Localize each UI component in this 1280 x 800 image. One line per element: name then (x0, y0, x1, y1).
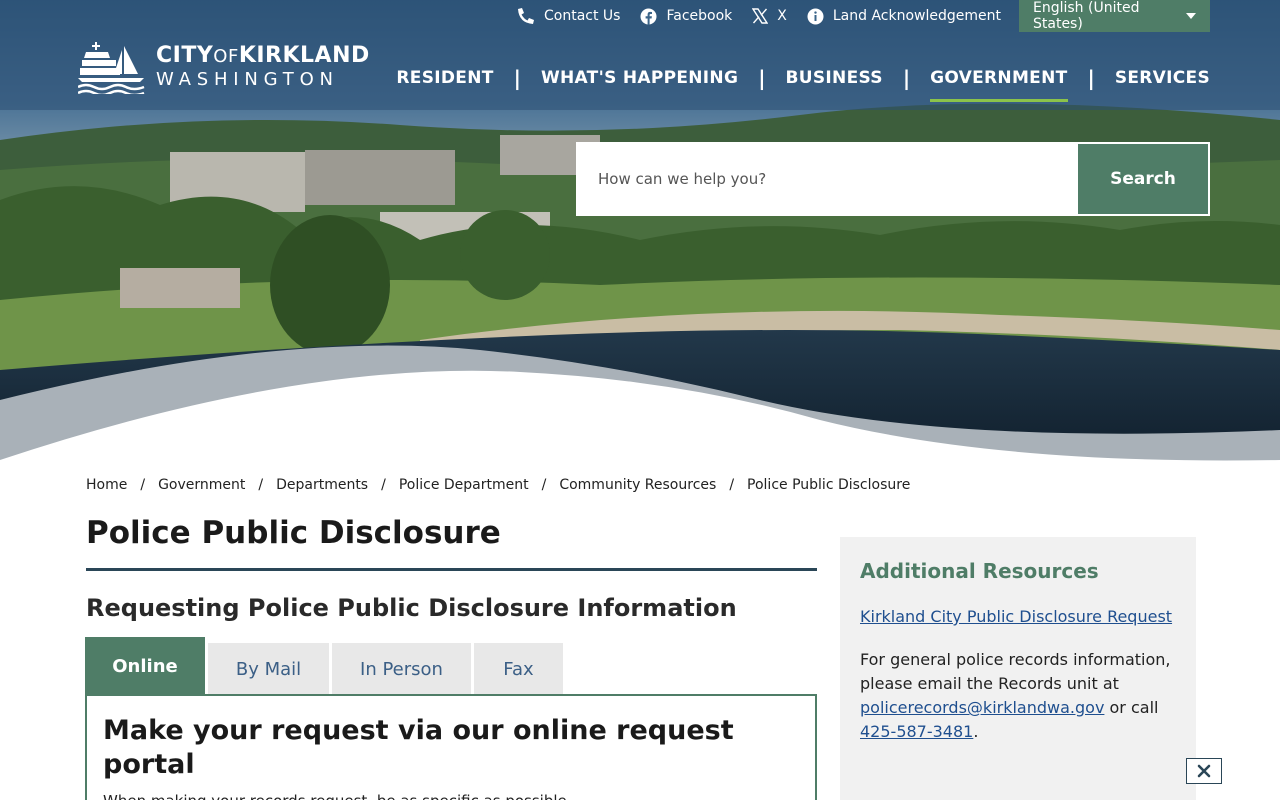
logo-wordmark: CITYOFKIRKLAND WASHINGTON (156, 42, 370, 91)
nav-whats-happening[interactable]: WHAT'S HAPPENING (541, 68, 738, 92)
hero-banner: Contact Us Facebook X Land Acknowledgeme… (0, 0, 1280, 470)
breadcrumb-separator: / (381, 477, 386, 493)
x-link[interactable]: X (752, 8, 787, 24)
contact-us-label: Contact Us (544, 8, 621, 24)
nav-separator: | (902, 66, 911, 90)
breadcrumb-home[interactable]: Home (86, 477, 127, 493)
tab-online[interactable]: Online (85, 637, 205, 695)
tab-fax[interactable]: Fax (474, 643, 563, 695)
ferry-logo-icon (78, 42, 145, 94)
breadcrumb-separator: / (729, 477, 735, 493)
tab-in-person[interactable]: In Person (332, 643, 471, 695)
search-button[interactable]: Search (1078, 144, 1208, 214)
panel-text: When making your records request, be as … (103, 792, 799, 800)
x-icon (752, 8, 769, 24)
chevron-down-icon (1186, 13, 1196, 19)
public-disclosure-request-link[interactable]: Kirkland City Public Disclosure Request (860, 607, 1172, 626)
breadcrumb-separator: / (541, 477, 547, 493)
breadcrumb-police-department[interactable]: Police Department (399, 477, 529, 493)
main-nav: RESIDENT | WHAT'S HAPPENING | BUSINESS |… (396, 62, 1210, 102)
nav-services[interactable]: SERVICES (1115, 68, 1210, 92)
search-input[interactable] (578, 144, 1078, 214)
utility-bar: Contact Us Facebook X Land Acknowledgeme… (495, 0, 1210, 32)
breadcrumb-government[interactable]: Government (158, 477, 245, 493)
city-logo[interactable]: CITYOFKIRKLAND WASHINGTON (78, 40, 370, 94)
section-subheading: Requesting Police Public Disclosure Info… (86, 594, 737, 622)
records-info-text: For general police records information, … (860, 648, 1176, 744)
logo-city: CITY (156, 42, 214, 68)
nav-resident[interactable]: RESIDENT (396, 68, 493, 92)
nav-business[interactable]: BUSINESS (786, 68, 883, 92)
records-info-end: . (973, 722, 979, 741)
nav-separator: | (513, 66, 521, 90)
tab-by-mail[interactable]: By Mail (208, 643, 329, 695)
facebook-link[interactable]: Facebook (640, 8, 732, 25)
facebook-label: Facebook (666, 8, 733, 24)
records-info-mid: or call (1104, 698, 1159, 717)
phone-icon (518, 8, 535, 24)
records-phone-link[interactable]: 425-587-3481 (860, 722, 973, 741)
panel-heading: Make your request via our online request… (103, 715, 734, 780)
contact-us-link[interactable]: Contact Us (515, 7, 620, 25)
logo-washington: WASHINGTON (156, 68, 339, 90)
breadcrumb-current-page: Police Public Disclosure (747, 477, 911, 493)
logo-of: OF (213, 45, 239, 67)
request-method-tabs: Online By Mail In Person Fax (85, 637, 566, 695)
nav-separator: | (758, 66, 766, 90)
additional-resources-sidebar: Additional Resources Kirkland City Publi… (840, 537, 1196, 800)
land-acknowledgement-link[interactable]: Land Acknowledgement (807, 8, 1001, 25)
language-label: English (United States) (1033, 0, 1140, 32)
info-icon (807, 8, 824, 24)
records-email-link[interactable]: policerecords@kirklandwa.gov (860, 698, 1104, 717)
site-search: Search (576, 142, 1210, 216)
breadcrumb: Home / Government / Departments / Police… (86, 477, 910, 493)
language-select[interactable]: English (United States) (1019, 0, 1210, 32)
title-divider (86, 568, 817, 571)
land-acknowledgement-label: Land Acknowledgement (832, 8, 1001, 24)
nav-separator: | (1087, 66, 1095, 90)
facebook-icon (640, 8, 657, 25)
sidebar-title: Additional Resources (860, 559, 1099, 583)
tab-panel-online: Make your request via our online request… (85, 694, 817, 800)
page-title: Police Public Disclosure (86, 515, 501, 551)
breadcrumb-community-resources[interactable]: Community Resources (559, 477, 716, 493)
close-button[interactable] (1186, 758, 1222, 784)
breadcrumb-departments[interactable]: Departments (276, 477, 368, 493)
x-label: X (777, 8, 787, 24)
close-icon (1197, 764, 1211, 778)
breadcrumb-separator: / (140, 477, 146, 493)
breadcrumb-separator: / (258, 477, 264, 493)
nav-government[interactable]: GOVERNMENT (930, 68, 1068, 102)
logo-kirkland: KIRKLAND (238, 42, 370, 68)
records-info-intro: For general police records information, … (860, 650, 1171, 693)
